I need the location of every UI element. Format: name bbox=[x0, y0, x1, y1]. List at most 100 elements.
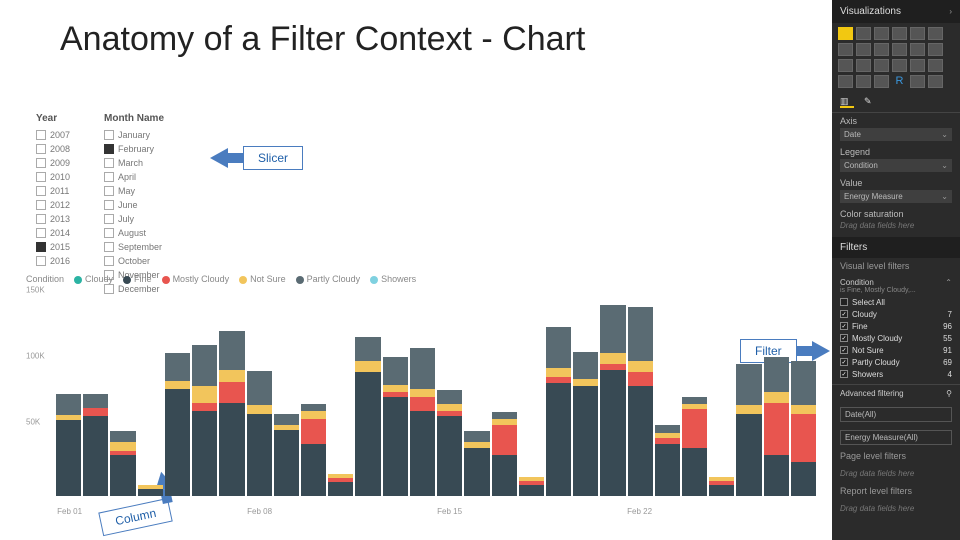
checkbox-icon[interactable] bbox=[36, 158, 46, 168]
viz-icon[interactable] bbox=[928, 27, 943, 40]
checkbox-icon[interactable] bbox=[36, 242, 46, 252]
chevron-down-icon[interactable]: ⌄ bbox=[941, 192, 948, 201]
slicer-item[interactable]: 2015 bbox=[36, 240, 92, 254]
slicer-item[interactable]: 2013 bbox=[36, 212, 92, 226]
chart-column[interactable] bbox=[546, 327, 571, 496]
checkbox-icon[interactable] bbox=[104, 200, 114, 210]
chart-column[interactable] bbox=[492, 412, 517, 496]
checkbox-icon[interactable] bbox=[104, 144, 114, 154]
checkbox-icon[interactable] bbox=[840, 298, 848, 306]
checkbox-icon[interactable] bbox=[840, 310, 848, 318]
slicer-item[interactable]: August bbox=[104, 226, 194, 240]
chart-column[interactable] bbox=[328, 474, 353, 496]
viz-icon[interactable] bbox=[892, 43, 907, 56]
slicer-item[interactable]: 2014 bbox=[36, 226, 92, 240]
slicer-item[interactable]: February bbox=[104, 142, 194, 156]
well-value[interactable]: Value Energy Measure⌄ bbox=[832, 175, 960, 206]
chart-column[interactable] bbox=[410, 348, 435, 496]
viz-icon[interactable] bbox=[856, 27, 871, 40]
slicer-item[interactable]: July bbox=[104, 212, 194, 226]
chart-column[interactable] bbox=[192, 345, 217, 496]
checkbox-icon[interactable] bbox=[104, 214, 114, 224]
well-value-value[interactable]: Energy Measure⌄ bbox=[840, 190, 952, 203]
chart-column[interactable] bbox=[682, 397, 707, 496]
viz-icon[interactable] bbox=[874, 27, 889, 40]
well-legend[interactable]: Legend Condition⌄ bbox=[832, 144, 960, 175]
slicer-item[interactable]: January bbox=[104, 128, 194, 142]
report-level-placeholder[interactable]: Drag data fields here bbox=[832, 499, 960, 518]
filter-option[interactable]: Select All bbox=[840, 296, 952, 308]
checkbox-icon[interactable] bbox=[104, 158, 114, 168]
chart-column[interactable] bbox=[791, 361, 816, 496]
chart-column[interactable] bbox=[301, 404, 326, 496]
chart-column[interactable] bbox=[355, 337, 380, 496]
slicer-item[interactable]: March bbox=[104, 156, 194, 170]
checkbox-icon[interactable] bbox=[840, 358, 848, 366]
slicer-item[interactable]: 2007 bbox=[36, 128, 92, 142]
filter-date[interactable]: Date(All) bbox=[832, 402, 960, 425]
checkbox-icon[interactable] bbox=[840, 346, 848, 354]
viz-icon[interactable] bbox=[874, 43, 889, 56]
chart-column[interactable] bbox=[600, 305, 625, 496]
filter-option[interactable]: Partly Cloudy69 bbox=[840, 356, 952, 368]
viz-icon[interactable] bbox=[856, 59, 871, 72]
chart-column[interactable] bbox=[383, 357, 408, 496]
visualizations-pane-header[interactable]: Visualizations › bbox=[832, 0, 960, 23]
checkbox-icon[interactable] bbox=[840, 322, 848, 330]
filter-option[interactable]: Not Sure91 bbox=[840, 344, 952, 356]
slicer-item[interactable]: 2016 bbox=[36, 254, 92, 268]
chart-column[interactable] bbox=[628, 307, 653, 496]
viz-icon[interactable] bbox=[838, 59, 853, 72]
chart-column[interactable] bbox=[138, 485, 163, 496]
slicer-item[interactable]: 2012 bbox=[36, 198, 92, 212]
chart-column[interactable] bbox=[437, 390, 462, 496]
viz-icon[interactable] bbox=[928, 43, 943, 56]
format-tab-icon[interactable]: ✎ bbox=[864, 96, 878, 108]
checkbox-icon[interactable] bbox=[104, 186, 114, 196]
page-level-placeholder[interactable]: Drag data fields here bbox=[832, 464, 960, 483]
viz-icon[interactable] bbox=[910, 59, 925, 72]
well-colorsat[interactable]: Color saturation Drag data fields here bbox=[832, 206, 960, 235]
viz-stacked-column-icon[interactable] bbox=[838, 27, 853, 40]
checkbox-icon[interactable] bbox=[840, 370, 848, 378]
chart-column[interactable] bbox=[464, 431, 489, 496]
chevron-right-icon[interactable]: › bbox=[949, 7, 952, 16]
chart-column[interactable] bbox=[83, 394, 108, 496]
slicer-item[interactable]: September bbox=[104, 240, 194, 254]
well-legend-value[interactable]: Condition⌄ bbox=[840, 159, 952, 172]
checkbox-icon[interactable] bbox=[104, 242, 114, 252]
checkbox-icon[interactable] bbox=[36, 200, 46, 210]
chart-column[interactable] bbox=[165, 353, 190, 496]
chart-column[interactable] bbox=[274, 414, 299, 496]
chart-column[interactable] bbox=[573, 352, 598, 496]
slicer-item[interactable]: June bbox=[104, 198, 194, 212]
slicer-item[interactable]: May bbox=[104, 184, 194, 198]
checkbox-icon[interactable] bbox=[104, 130, 114, 140]
checkbox-icon[interactable] bbox=[36, 172, 46, 182]
well-axis-value[interactable]: Date⌄ bbox=[840, 128, 952, 141]
chart-column[interactable] bbox=[56, 394, 81, 496]
chart-column[interactable] bbox=[736, 364, 761, 496]
checkbox-icon[interactable] bbox=[36, 256, 46, 266]
viz-icon[interactable] bbox=[892, 59, 907, 72]
checkbox-icon[interactable] bbox=[104, 256, 114, 266]
slicer-item[interactable]: April bbox=[104, 170, 194, 184]
slicer-month[interactable]: Month Name JanuaryFebruaryMarchAprilMayJ… bbox=[104, 113, 194, 296]
well-axis[interactable]: Axis Date⌄ bbox=[832, 113, 960, 144]
chevron-up-icon[interactable]: ⌃ bbox=[945, 278, 952, 287]
chart-column[interactable] bbox=[764, 357, 789, 496]
chart-column[interactable] bbox=[110, 431, 135, 496]
checkbox-icon[interactable] bbox=[104, 172, 114, 182]
stacked-column-chart[interactable]: ConditionCloudyFineMostly CloudyNot Sure… bbox=[26, 286, 816, 516]
viz-icon[interactable] bbox=[856, 75, 871, 88]
viz-icon[interactable] bbox=[910, 43, 925, 56]
fields-tab-icon[interactable]: ▥ bbox=[840, 96, 854, 108]
checkbox-icon[interactable] bbox=[36, 144, 46, 154]
checkbox-icon[interactable] bbox=[36, 214, 46, 224]
chart-column[interactable] bbox=[709, 477, 734, 496]
chevron-down-icon[interactable]: ⌄ bbox=[941, 130, 948, 139]
slicer-item[interactable]: 2008 bbox=[36, 142, 92, 156]
filter-energy[interactable]: Energy Measure(All) bbox=[832, 425, 960, 448]
viz-icon[interactable] bbox=[856, 43, 871, 56]
checkbox-icon[interactable] bbox=[36, 130, 46, 140]
